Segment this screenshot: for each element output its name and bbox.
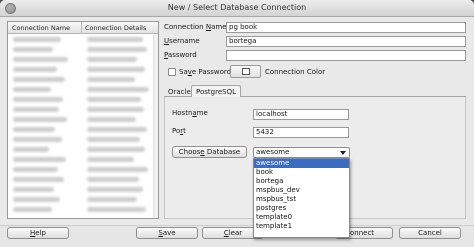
dropdown-option-book[interactable]: book: [254, 168, 349, 177]
dropdown-option-bortega[interactable]: bortega: [254, 177, 349, 186]
table-row[interactable]: [8, 35, 158, 45]
table-row[interactable]: [8, 145, 158, 155]
table-row[interactable]: [8, 135, 158, 145]
blurred-connection-name: [13, 137, 62, 142]
table-row[interactable]: [8, 125, 158, 135]
dialog-window: New / Select Database Connection Connect…: [0, 0, 474, 247]
cancel-button[interactable]: Cancel: [399, 227, 461, 239]
hostname-input[interactable]: localhost: [253, 109, 349, 120]
table-row[interactable]: [8, 45, 158, 55]
connections-table-header: Connection Name Connection Details: [8, 22, 158, 34]
blurred-connection-name: [13, 157, 66, 162]
blurred-connection-details: [87, 197, 137, 202]
help-button[interactable]: Help: [7, 227, 69, 239]
connection-color-label: Connection Color: [265, 68, 326, 76]
blurred-connection-details: [87, 147, 145, 152]
table-row[interactable]: [8, 175, 158, 185]
blurred-connection-details: [87, 57, 137, 62]
blurred-connection-name: [13, 107, 59, 112]
blurred-connection-details: [87, 137, 140, 142]
port-input[interactable]: 5432: [253, 127, 349, 138]
blurred-connection-name: [13, 167, 58, 172]
blurred-connection-name: [13, 87, 51, 92]
dropdown-option-template0[interactable]: template0: [254, 213, 349, 222]
username-input[interactable]: bortega: [226, 36, 466, 47]
connections-rows: [8, 35, 158, 215]
column-header-connection-details[interactable]: Connection Details: [85, 24, 146, 32]
blurred-connection-details: [87, 67, 145, 72]
blurred-connection-details: [87, 167, 148, 172]
save-password-label[interactable]: Save Password: [179, 68, 231, 76]
database-select[interactable]: awesome: [253, 147, 350, 158]
hostname-label: Hostname: [172, 109, 208, 117]
choose-database-button[interactable]: Choose Database: [172, 146, 247, 158]
table-row[interactable]: [8, 195, 158, 205]
connection-color-button[interactable]: [230, 65, 261, 78]
table-row[interactable]: [8, 55, 158, 65]
title-bar: New / Select Database Connection: [0, 0, 474, 17]
connections-list[interactable]: Connection Name Connection Details: [7, 21, 159, 219]
blurred-connection-details: [87, 157, 134, 162]
username-label: Username: [164, 37, 200, 45]
blurred-connection-name: [13, 207, 52, 212]
blurred-connection-name: [13, 117, 67, 122]
dropdown-option-postgres[interactable]: postgres: [254, 204, 349, 213]
blurred-connection-details: [87, 117, 136, 122]
blurred-connection-details: [87, 77, 135, 82]
dropdown-option-mspbus-dev[interactable]: mspbus_dev: [254, 186, 349, 195]
blurred-connection-details: [87, 177, 139, 182]
blurred-connection-details: [87, 37, 143, 42]
blurred-connection-name: [13, 177, 64, 182]
save-button[interactable]: Save: [136, 227, 198, 239]
blurred-connection-details: [87, 97, 141, 102]
table-row[interactable]: [8, 155, 158, 165]
blurred-connection-name: [13, 147, 49, 152]
blurred-connection-name: [13, 77, 65, 82]
blurred-connection-name: [13, 57, 68, 62]
table-row[interactable]: [8, 85, 158, 95]
blurred-connection-name: [13, 187, 54, 192]
color-swatch-icon: [242, 68, 250, 75]
blurred-connection-details: [87, 87, 149, 92]
column-divider[interactable]: [81, 22, 82, 34]
port-label: Port: [172, 127, 186, 135]
dropdown-option-awesome[interactable]: awesome: [254, 159, 349, 168]
connections-scrollbar[interactable]: [153, 35, 158, 218]
save-password-checkbox[interactable]: [168, 68, 176, 76]
column-header-connection-name[interactable]: Connection Name: [12, 24, 70, 32]
blurred-connection-name: [13, 37, 61, 42]
table-row[interactable]: [8, 75, 158, 85]
table-row[interactable]: [8, 65, 158, 75]
connection-name-label: Connection Name: [164, 23, 227, 31]
table-row[interactable]: [8, 105, 158, 115]
blurred-connection-name: [13, 67, 57, 72]
blurred-connection-details: [87, 207, 146, 212]
blurred-connection-name: [13, 197, 60, 202]
blurred-connection-details: [87, 47, 147, 52]
blurred-connection-details: [87, 107, 144, 112]
chevron-down-icon: [340, 151, 346, 155]
table-row[interactable]: [8, 205, 158, 215]
blurred-connection-name: [13, 47, 53, 52]
blurred-connection-name: [13, 97, 63, 102]
table-row[interactable]: [8, 115, 158, 125]
table-row[interactable]: [8, 185, 158, 195]
password-label: Password: [164, 51, 197, 59]
blurred-connection-details: [87, 127, 147, 132]
table-row[interactable]: [8, 165, 158, 175]
password-input[interactable]: [226, 50, 466, 61]
blurred-connection-details: [87, 187, 143, 192]
dropdown-option-mspbus-tst[interactable]: mspbus_tst: [254, 195, 349, 204]
window-title: New / Select Database Connection: [167, 3, 307, 12]
blurred-connection-name: [13, 127, 55, 132]
dropdown-option-template1[interactable]: template1: [254, 222, 349, 231]
connection-name-input[interactable]: pg book: [226, 22, 466, 33]
database-selected-value: awesome: [256, 148, 290, 156]
table-row[interactable]: [8, 95, 158, 105]
database-dropdown-list[interactable]: awesome book bortega mspbus_dev mspbus_t…: [253, 158, 350, 238]
